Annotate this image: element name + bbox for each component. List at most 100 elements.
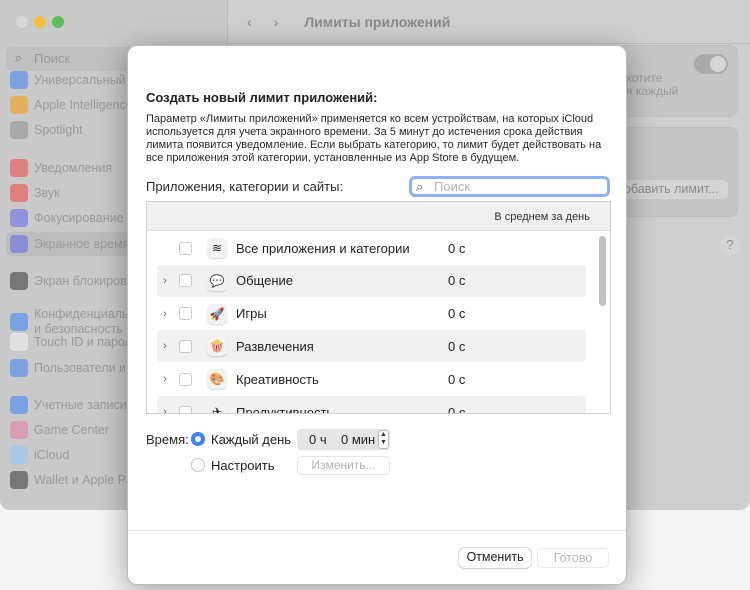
focus-icon [10, 209, 28, 227]
icloud-icon [10, 446, 28, 464]
search-icon: ⌕ [416, 179, 424, 194]
page-title: Лимиты приложений [304, 13, 451, 30]
custom-radio[interactable] [191, 458, 205, 472]
spotlight-icon [10, 121, 28, 139]
sound-icon [10, 184, 28, 202]
toolbar: ‹ › Лимиты приложений [229, 0, 750, 44]
productivity-plane-icon: ✈ [207, 402, 227, 413]
row-checkbox[interactable] [179, 307, 192, 321]
zoom-window-button[interactable] [52, 16, 64, 28]
privacy-icon [10, 313, 28, 331]
table-row[interactable]: › ✈ Продуктивность 0 с [157, 396, 586, 414]
sheet-description: Параметр «Лимиты приложений» применяется… [146, 113, 602, 164]
column-header-average[interactable]: В среднем за день [147, 202, 610, 231]
row-average: 0 с [448, 306, 466, 322]
chevron-right-icon[interactable]: › [157, 308, 173, 320]
sidebar-item-label: Game Center [34, 423, 110, 437]
games-rocket-icon: 🚀 [207, 303, 227, 324]
scrollbar-thumb[interactable] [599, 236, 606, 306]
accessibility-icon [10, 71, 28, 89]
sidebar-item-label: Экран блокировки [34, 274, 140, 288]
search-input[interactable]: ⌕ Поиск [409, 176, 610, 197]
sidebar-item-label: iCloud [34, 448, 70, 462]
table-row[interactable]: › 💬 Общение 0 с [157, 264, 586, 297]
chevron-right-icon[interactable]: › [157, 275, 173, 287]
row-name: Развлечения [236, 338, 314, 354]
new-limit-sheet: Создать новый лимит приложений: Параметр… [127, 45, 627, 585]
lock-screen-icon [10, 272, 28, 290]
every-day-radio[interactable] [191, 432, 205, 446]
add-limit-button[interactable]: обавить лимит... [618, 180, 728, 199]
limits-card [612, 127, 738, 217]
row-name: Креативность [236, 371, 319, 387]
forward-chevron-icon[interactable]: › [274, 14, 279, 30]
minutes-field[interactable]: 0 мин [341, 432, 375, 447]
row-checkbox[interactable] [179, 339, 192, 353]
sheet-title: Создать новый лимит приложений: [146, 90, 378, 105]
apple-intelligence-icon [10, 96, 28, 114]
apps-table: В среднем за день ≋ Все приложения и кат… [146, 201, 611, 414]
sidebar-search-placeholder: Поиск [34, 51, 71, 66]
touch-id-icon [10, 333, 28, 351]
divider [128, 530, 626, 531]
social-icon: 💬 [207, 270, 227, 291]
row-name: Продуктивность [236, 404, 334, 414]
list-label: Приложения, категории и сайты: [146, 179, 344, 194]
row-average: 0 с [448, 240, 466, 256]
creativity-palette-icon: 🎨 [207, 369, 227, 390]
search-placeholder: Поиск [434, 179, 471, 194]
chevron-right-icon[interactable]: › [157, 340, 173, 352]
sidebar-item-label: Spotlight [34, 123, 83, 137]
toggle-switch[interactable] [694, 54, 728, 74]
row-name: Игры [236, 306, 267, 322]
every-day-label[interactable]: Каждый день [211, 432, 291, 447]
row-checkbox[interactable] [179, 405, 192, 413]
sidebar-item-label: Универсальный [34, 73, 126, 87]
table-row[interactable]: › 🚀 Игры 0 с [157, 298, 586, 330]
sidebar-item-label: Wallet и Apple Pay [34, 473, 140, 487]
users-icon [10, 359, 28, 377]
notifications-icon [10, 159, 28, 177]
time-label: Время: [146, 432, 189, 447]
sidebar-item-label: Apple Intelligence [34, 98, 133, 112]
table-row[interactable]: › 🍿 Развлечения 0 с [157, 330, 586, 363]
bg-text: я каждый [626, 84, 679, 98]
screen-time-icon [10, 235, 28, 253]
row-name: Общение [236, 273, 294, 289]
table-row[interactable]: ≋ Все приложения и категории 0 с [157, 232, 586, 264]
cancel-button[interactable]: Отменить [459, 548, 531, 568]
custom-label[interactable]: Настроить [211, 458, 275, 473]
sidebar-item-label: Touch ID и пароль [34, 335, 139, 349]
close-window-button[interactable] [16, 16, 28, 28]
help-button[interactable]: ? [720, 235, 740, 255]
minimize-window-button[interactable] [34, 16, 46, 28]
wallet-icon [10, 471, 28, 489]
done-button[interactable]: Готово [537, 548, 609, 568]
accounts-icon [10, 396, 28, 414]
traffic-lights [16, 16, 64, 28]
row-name: Все приложения и категории [236, 240, 410, 256]
row-average: 0 с [448, 371, 466, 387]
row-average: 0 с [448, 404, 466, 414]
chevron-right-icon[interactable]: › [157, 406, 173, 413]
row-checkbox[interactable] [179, 372, 192, 386]
table-row[interactable]: › 🎨 Креативность 0 с [157, 363, 586, 395]
search-icon: ⌕ [15, 50, 23, 65]
entertainment-popcorn-icon: 🍿 [207, 336, 227, 357]
edit-button[interactable]: Изменить... [297, 456, 390, 475]
chevron-right-icon[interactable]: › [157, 373, 173, 385]
time-stepper[interactable]: 0 ч 0 мин ▲ ▼ [297, 429, 390, 450]
sidebar-item-label: Фокусирование [34, 211, 124, 225]
all-apps-icon: ≋ [207, 238, 227, 258]
sidebar-item-label: Учетные записи [34, 398, 127, 412]
sidebar-item-label: Экранное время [34, 237, 130, 251]
row-checkbox[interactable] [179, 274, 192, 288]
row-checkbox[interactable] [179, 241, 192, 255]
hours-field[interactable]: 0 ч [309, 432, 327, 447]
scrollbar[interactable] [597, 232, 607, 413]
stepper-arrows-icon[interactable]: ▲ ▼ [378, 430, 389, 449]
back-chevron-icon[interactable]: ‹ [247, 14, 252, 30]
sidebar-item-label: Звук [34, 186, 60, 200]
game-center-icon [10, 421, 28, 439]
row-average: 0 с [448, 338, 466, 354]
